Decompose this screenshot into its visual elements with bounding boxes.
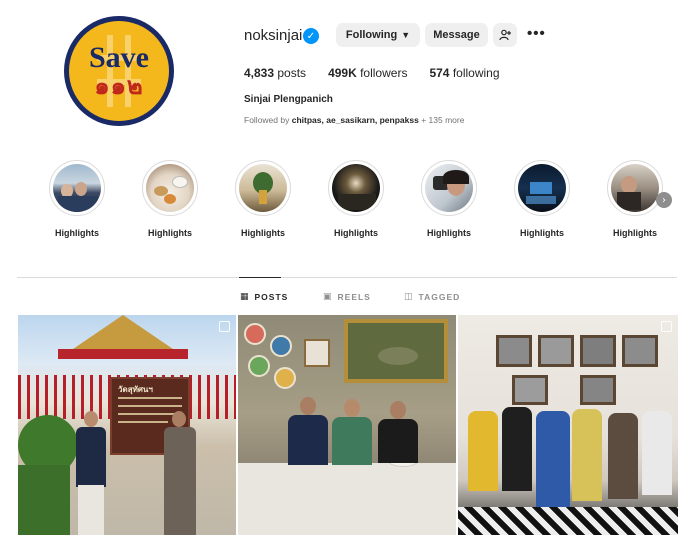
profile-avatar[interactable]: Save ๑๑๒	[64, 16, 174, 126]
followers-stat[interactable]: 499K followers	[328, 66, 407, 80]
highlight-label: Highlights	[520, 228, 564, 238]
highlight-item[interactable]: Highlights	[421, 160, 479, 238]
more-options-icon[interactable]: •••	[527, 26, 546, 41]
multi-photo-icon	[219, 321, 230, 332]
posts-label: posts	[277, 66, 307, 80]
highlight-label: Highlights	[241, 228, 285, 238]
highlight-thumbnail	[53, 164, 101, 212]
patterned-floor	[458, 507, 678, 535]
highlight-thumbnail	[518, 164, 566, 212]
highlight-label: Highlights	[427, 228, 471, 238]
temple-eave	[58, 349, 188, 359]
message-button[interactable]: Message	[425, 23, 488, 47]
following-label-text: following	[452, 66, 500, 80]
dining-table	[238, 463, 456, 535]
highlight-item[interactable]: Highlights	[49, 160, 107, 238]
highlights-next-arrow-icon[interactable]: ›	[656, 192, 672, 208]
highlight-item[interactable]: Highlights	[142, 160, 200, 238]
highlight-label: Highlights	[613, 228, 657, 238]
following-label: Following	[345, 29, 398, 41]
username: noksinjai	[244, 27, 303, 44]
highlight-label: Highlights	[148, 228, 192, 238]
sign-text: วัดสุทัศนฯ	[118, 385, 153, 394]
full-name: Sinjai Plengpanich	[244, 94, 333, 105]
highlight-item[interactable]: Highlights	[328, 160, 386, 238]
profile-stats: 4,833 posts 499K followers 574 following	[244, 66, 522, 80]
tagged-icon: ◫	[404, 292, 414, 302]
highlight-item[interactable]: Highlights	[607, 160, 665, 238]
add-person-icon	[499, 29, 511, 41]
followed-by-names: chitpas, ae_sasikarn, penpakss	[291, 115, 419, 125]
tab-reels[interactable]: ▣ REELS	[323, 292, 371, 302]
posts-count: 4,833	[244, 66, 275, 80]
active-tab-indicator	[239, 277, 281, 278]
highlight-item[interactable]: Highlights	[514, 160, 572, 238]
post-thumbnail[interactable]	[238, 315, 456, 535]
tabs-divider	[17, 277, 677, 278]
post-thumbnail[interactable]: วัดสุทัศนฯ	[18, 315, 236, 535]
followed-by-line[interactable]: Followed by chitpas, ae_sasikarn, penpak…	[244, 115, 464, 125]
highlight-label: Highlights	[334, 228, 378, 238]
highlight-item[interactable]: Highlights	[235, 160, 293, 238]
tab-tagged-label: TAGGED	[418, 292, 461, 302]
avatar-image: Save ๑๑๒	[69, 21, 169, 121]
tab-posts[interactable]: ▦ POSTS	[240, 292, 288, 302]
temple-roof	[73, 315, 173, 349]
highlight-ring	[328, 160, 384, 216]
wall-painting	[344, 319, 448, 383]
planter	[18, 465, 70, 535]
reels-icon: ▣	[323, 292, 333, 302]
highlight-ring	[607, 160, 663, 216]
highlight-ring	[142, 160, 198, 216]
highlight-ring	[49, 160, 105, 216]
highlight-ring	[514, 160, 570, 216]
highlight-thumbnail	[425, 164, 473, 212]
verified-badge-icon: ✓	[303, 28, 319, 44]
following-count: 574	[429, 66, 450, 80]
tab-tagged[interactable]: ◫ TAGGED	[404, 292, 460, 302]
posts-stat: 4,833 posts	[244, 66, 306, 80]
message-label: Message	[433, 29, 480, 41]
highlight-thumbnail	[611, 164, 659, 212]
multi-photo-icon	[661, 321, 672, 332]
tab-reels-label: REELS	[337, 292, 371, 302]
highlight-ring	[421, 160, 477, 216]
tab-posts-label: POSTS	[254, 292, 289, 302]
highlight-ring	[235, 160, 291, 216]
framed-photo	[496, 335, 532, 367]
following-button[interactable]: Following ▼	[336, 23, 420, 47]
followers-label: followers	[360, 66, 408, 80]
highlight-label: Highlights	[55, 228, 99, 238]
wall-plate	[244, 323, 266, 345]
followed-by-prefix: Followed by	[244, 115, 290, 125]
followed-by-more: + 135 more	[421, 115, 465, 125]
highlight-thumbnail	[146, 164, 194, 212]
highlights-row: Highlights Highlights Highlights Highlig…	[49, 160, 689, 240]
highlight-thumbnail	[332, 164, 380, 212]
suggest-similar-button[interactable]	[493, 23, 517, 47]
grid-icon: ▦	[240, 292, 250, 302]
followers-count: 499K	[328, 66, 357, 80]
highlight-thumbnail	[239, 164, 287, 212]
chevron-down-icon: ▼	[401, 30, 411, 40]
avatar-text-save: Save	[89, 41, 149, 74]
following-stat[interactable]: 574 following	[429, 66, 499, 80]
avatar-text-thai-number: ๑๑๒	[94, 71, 144, 100]
post-thumbnail[interactable]	[458, 315, 678, 535]
